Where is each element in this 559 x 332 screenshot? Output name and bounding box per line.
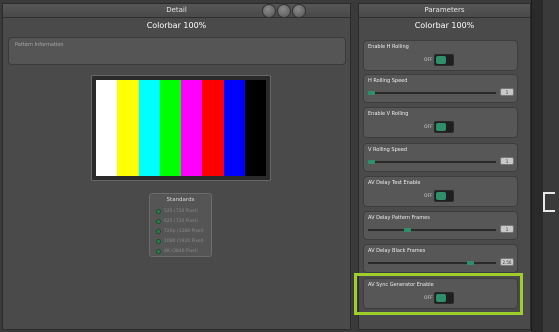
standards-title: Standards (166, 197, 195, 203)
toggle-knob[interactable] (434, 121, 454, 133)
standard-item[interactable]: 4K (3840 Pixel) (150, 246, 211, 256)
standard-item[interactable]: 720p (1280 Pixel) (150, 226, 211, 236)
toggle-switch[interactable]: OFF (424, 54, 454, 66)
minimize-icon[interactable] (262, 4, 276, 18)
highlight-box (354, 273, 523, 315)
pattern-info-label: Pattern Information (15, 42, 64, 48)
color-bar (117, 80, 139, 176)
color-bar (96, 80, 118, 176)
param-v-rolling-speed: V Rolling Speed 1 (363, 143, 518, 172)
color-bar (244, 80, 266, 176)
color-bar (223, 80, 245, 176)
param-enable-h-rolling: Enable H Rolling OFF (363, 40, 518, 71)
app-root: Detail Colorbar 100% Pattern Information… (0, 0, 559, 332)
param-av-delay-test-enable: AV Delay Test Enable OFF (363, 176, 518, 207)
toggle-knob[interactable] (434, 190, 454, 202)
color-bar (202, 80, 224, 176)
detail-subtitle: Colorbar 100% (146, 21, 207, 30)
slider-track[interactable] (368, 92, 496, 94)
slider-track[interactable] (368, 229, 496, 231)
slider-track[interactable] (368, 262, 496, 264)
standard-item[interactable]: 525 (720 Pixel) (150, 206, 211, 216)
step-button[interactable]: 1 (500, 157, 514, 165)
toggle-switch[interactable]: OFF (424, 121, 454, 133)
standard-item[interactable]: 625 (720 Pixel) (150, 216, 211, 226)
parameters-subtitle: Colorbar 100% (414, 21, 475, 30)
slider-thumb[interactable] (404, 228, 411, 232)
radio-dot-icon[interactable] (156, 218, 161, 224)
step-button[interactable]: 1 (500, 88, 514, 96)
window-controls (262, 4, 308, 18)
colorbar-preview (91, 75, 271, 181)
pattern-info-box: Pattern Information (8, 37, 346, 65)
parameters-title: Parameters (359, 4, 530, 18)
radio-dot-icon[interactable] (156, 208, 161, 214)
colorbar-bars (96, 80, 266, 176)
slider-track[interactable] (368, 161, 496, 163)
panel-edge (531, 0, 543, 332)
detail-panel: Detail Colorbar 100% Pattern Information… (2, 3, 351, 330)
toggle-switch[interactable]: OFF (424, 190, 454, 202)
color-bar (181, 80, 203, 176)
radio-dot-icon[interactable] (156, 248, 161, 254)
param-h-rolling-speed: H Rolling Speed 1 (363, 74, 518, 103)
slider-thumb[interactable] (368, 160, 375, 164)
radio-dot-icon[interactable] (156, 228, 161, 234)
slider-thumb[interactable] (467, 261, 474, 265)
toggle-knob[interactable] (434, 54, 454, 66)
radio-dot-icon[interactable] (156, 238, 161, 244)
param-av-delay-black-frames: AV Delay Black Frames 2.56 (363, 244, 518, 273)
close-icon[interactable] (292, 4, 306, 18)
color-bar (159, 80, 181, 176)
step-button[interactable]: 2.56 (500, 258, 514, 266)
standard-item[interactable]: 1080 (1920 Pixel) (150, 236, 211, 246)
step-button[interactable]: 1 (500, 225, 514, 233)
param-av-delay-pattern-frames: AV Delay Pattern Frames 1 (363, 211, 518, 240)
slider-thumb[interactable] (368, 91, 375, 95)
standards-box: Standards 525 (720 Pixel) 625 (720 Pixel… (149, 193, 212, 257)
param-enable-v-rolling: Enable V Rolling OFF (363, 107, 518, 138)
right-strip (543, 0, 559, 332)
edge-marker (543, 192, 555, 212)
color-bar (138, 80, 160, 176)
maximize-icon[interactable] (277, 4, 291, 18)
